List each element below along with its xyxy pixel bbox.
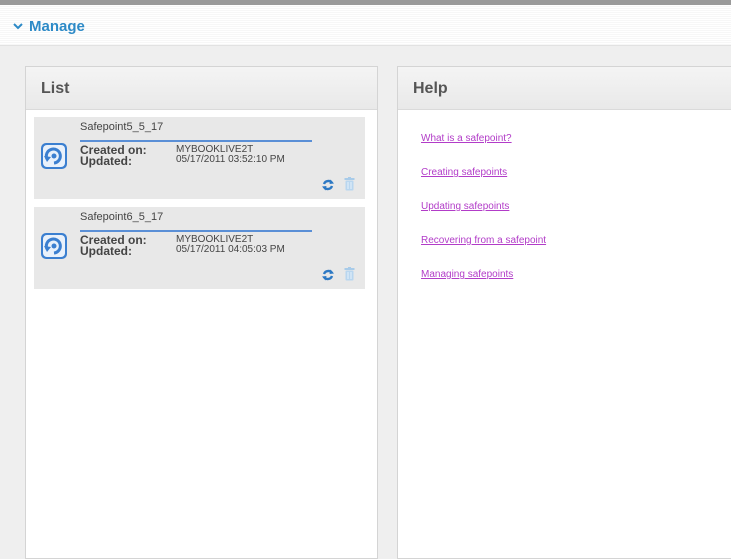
safepoint-values: MYBOOKLIVE2T 05/17/2011 04:05:03 PM <box>176 235 285 255</box>
updated-value: 05/17/2011 03:52:10 PM <box>176 154 285 165</box>
safepoint-labels: Created on: Updated: <box>80 144 147 168</box>
safepoint-card[interactable]: Safepoint6_5_17 Created on: Updated: MYB… <box>34 207 365 289</box>
updated-label: Updated: <box>80 244 132 258</box>
trash-icon[interactable] <box>344 177 355 191</box>
updated-value: 05/17/2011 04:05:03 PM <box>176 244 285 255</box>
updated-label: Updated: <box>80 154 132 168</box>
help-panel-title: Help <box>398 67 731 110</box>
refresh-icon[interactable] <box>321 178 335 192</box>
safepoint-icon <box>41 233 67 259</box>
help-link-creating-safepoints[interactable]: Creating safepoints <box>421 167 546 201</box>
help-links: What is a safepoint? Creating safepoints… <box>421 133 546 303</box>
trash-icon[interactable] <box>344 267 355 281</box>
help-link-recovering-safepoint[interactable]: Recovering from a safepoint <box>421 235 546 269</box>
help-panel: Help What is a safepoint? Creating safep… <box>397 66 731 559</box>
safepoint-values: MYBOOKLIVE2T 05/17/2011 03:52:10 PM <box>176 145 285 165</box>
safepoint-divider <box>80 140 312 142</box>
help-link-what-is-safepoint[interactable]: What is a safepoint? <box>421 133 546 167</box>
safepoint-card[interactable]: Safepoint5_5_17 Created on: Updated: MYB… <box>34 117 365 199</box>
safepoint-labels: Created on: Updated: <box>80 234 147 258</box>
list-panel-title: List <box>26 67 377 110</box>
list-panel: List Safepoint5_5_17 Created on: Updated… <box>25 66 378 559</box>
manage-title[interactable]: Manage <box>29 18 85 35</box>
refresh-icon[interactable] <box>321 268 335 282</box>
safepoint-name: Safepoint5_5_17 <box>80 121 164 133</box>
help-link-updating-safepoints[interactable]: Updating safepoints <box>421 201 546 235</box>
chevron-down-icon[interactable] <box>12 20 24 32</box>
safepoint-name: Safepoint6_5_17 <box>80 211 164 223</box>
help-link-managing-safepoints[interactable]: Managing safepoints <box>421 269 546 303</box>
safepoint-icon <box>41 143 67 169</box>
manage-section-header[interactable]: Manage <box>0 0 731 46</box>
safepoint-divider <box>80 230 312 232</box>
